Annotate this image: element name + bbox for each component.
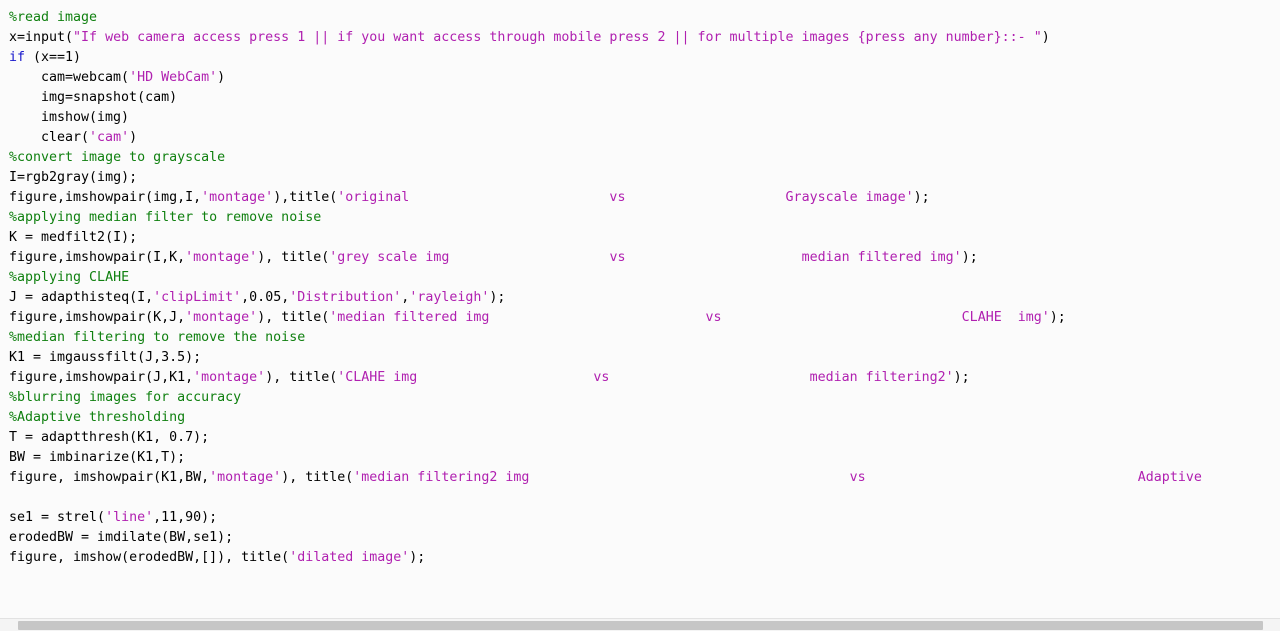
code-token-comment: %applying median filter to remove noise xyxy=(9,210,322,225)
code-line: BW = imbinarize(K1,T); xyxy=(0,448,1280,468)
code-token-plain: ); xyxy=(409,550,426,565)
code-line: se1 = strel('line',11,90); xyxy=(0,508,1280,528)
code-line-list: %read image x=input("If web camera access… xyxy=(0,8,1280,568)
code-line: K = medfilt2(I); xyxy=(0,228,1280,248)
code-line: clear('cam') xyxy=(0,128,1280,148)
code-token-string: 'montage' xyxy=(209,470,282,485)
code-token-plain: ), title( xyxy=(265,370,338,385)
code-token-plain: x=input( xyxy=(9,30,74,45)
code-token-string: 'montage' xyxy=(185,250,258,265)
code-line: %convert image to grayscale xyxy=(0,148,1280,168)
code-line: figure, imshowpair(K1,BW,'montage'), tit… xyxy=(0,468,1280,488)
code-token-string: 'HD WebCam' xyxy=(129,70,218,85)
code-token-string: 'rayleigh' xyxy=(409,290,490,305)
code-token-plain: BW = imbinarize(K1,T); xyxy=(9,450,186,465)
code-token-plain: ), title( xyxy=(281,470,354,485)
code-token-plain: ,0.05, xyxy=(241,290,290,305)
code-token-string: 'grey scale img vs median filtered img' xyxy=(329,250,962,265)
code-token-string: 'montage' xyxy=(201,190,274,205)
code-token-comment: %median filtering to remove the noise xyxy=(9,330,306,345)
code-line: %Adaptive thresholding xyxy=(0,408,1280,428)
code-line: img=snapshot(cam) xyxy=(0,88,1280,108)
code-token-plain: K = medfilt2(I); xyxy=(9,230,138,245)
code-token-string: 'clipLimit' xyxy=(153,290,242,305)
code-line: %blurring images for accuracy xyxy=(0,388,1280,408)
code-token-plain: J = adapthisteq(I, xyxy=(9,290,154,305)
code-token-plain: imshow(img) xyxy=(41,110,130,125)
code-token-plain: ) xyxy=(129,130,138,145)
code-token-plain: img=snapshot(cam) xyxy=(41,90,178,105)
code-token-plain: figure, imshow(erodedBW,[]), title( xyxy=(9,550,290,565)
code-token-string: 'original vs Grayscale image' xyxy=(337,190,914,205)
code-token-plain: figure,imshowpair(img,I, xyxy=(9,190,202,205)
code-token-plain: ); xyxy=(1049,310,1066,325)
code-token-plain: cam=webcam( xyxy=(41,70,130,85)
code-line: %read image xyxy=(0,8,1280,28)
code-token-string: 'montage' xyxy=(193,370,266,385)
code-token-string: 'Distribution' xyxy=(289,290,402,305)
code-token-plain: T = adaptthresh(K1, 0.7); xyxy=(9,430,210,445)
code-token-plain: ); xyxy=(953,370,970,385)
code-token-plain: se1 = strel( xyxy=(9,510,106,525)
code-line: figure,imshowpair(img,I,'montage'),title… xyxy=(0,188,1280,208)
code-token-plain: figure,imshowpair(J,K1, xyxy=(9,370,194,385)
code-token-plain: figure,imshowpair(I,K, xyxy=(9,250,186,265)
code-token-plain: erodedBW = imdilate(BW,se1); xyxy=(9,530,234,545)
code-token-plain: ); xyxy=(913,190,930,205)
code-line: figure,imshowpair(I,K,'montage'), title(… xyxy=(0,248,1280,268)
code-line: J = adapthisteq(I,'clipLimit',0.05,'Dist… xyxy=(0,288,1280,308)
code-token-plain: ); xyxy=(961,250,978,265)
code-line: figure, imshow(erodedBW,[]), title('dila… xyxy=(0,548,1280,568)
code-token-string: 'median filtered img vs CLAHE img' xyxy=(329,310,1050,325)
code-token-plain: clear( xyxy=(41,130,90,145)
code-line: %median filtering to remove the noise xyxy=(0,328,1280,348)
horizontal-scrollbar-thumb[interactable] xyxy=(18,621,1263,630)
code-line: erodedBW = imdilate(BW,se1); xyxy=(0,528,1280,548)
code-token-comment: %convert image to grayscale xyxy=(9,150,226,165)
horizontal-scrollbar[interactable] xyxy=(0,618,1280,631)
code-token-string: 'cam' xyxy=(89,130,130,145)
code-line: figure,imshowpair(J,K1,'montage'), title… xyxy=(0,368,1280,388)
code-editor-window: %read image x=input("If web camera access… xyxy=(0,0,1280,631)
code-line: if (x==1) xyxy=(0,48,1280,68)
code-token-string: 'median filtering2 img vs Adaptive xyxy=(353,470,1202,485)
code-token-comment: %Adaptive thresholding xyxy=(9,410,186,425)
code-token-plain: (x==1) xyxy=(25,50,82,65)
code-token-plain: ), title( xyxy=(257,310,330,325)
code-token-keyword: if xyxy=(9,50,26,65)
code-token-string: 'montage' xyxy=(185,310,258,325)
code-token-plain: ) xyxy=(1041,30,1050,45)
code-text-area[interactable]: %read image x=input("If web camera access… xyxy=(0,0,1280,618)
code-token-string: 'line' xyxy=(105,510,154,525)
code-line: K1 = imgaussfilt(J,3.5); xyxy=(0,348,1280,368)
code-token-plain: figure,imshowpair(K,J, xyxy=(9,310,186,325)
code-token-comment: %blurring images for accuracy xyxy=(9,390,242,405)
code-token-string: 'CLAHE img vs median filtering2' xyxy=(337,370,954,385)
code-token-comment: %read image xyxy=(9,10,98,25)
code-line: I=rgb2gray(img); xyxy=(0,168,1280,188)
code-token-plain: ,11,90); xyxy=(153,510,218,525)
code-token-plain: figure, imshowpair(K1,BW, xyxy=(9,470,210,485)
code-line: imshow(img) xyxy=(0,108,1280,128)
code-line: x=input("If web camera access press 1 ||… xyxy=(0,28,1280,48)
code-token-plain: I=rgb2gray(img); xyxy=(9,170,138,185)
code-token-plain: ); xyxy=(489,290,506,305)
code-line: %applying median filter to remove noise xyxy=(0,208,1280,228)
code-line: figure,imshowpair(K,J,'montage'), title(… xyxy=(0,308,1280,328)
code-line: T = adaptthresh(K1, 0.7); xyxy=(0,428,1280,448)
scrollbar-left-cap xyxy=(0,619,17,631)
code-token-plain: ), title( xyxy=(257,250,330,265)
code-token-plain: ),title( xyxy=(273,190,338,205)
code-token-comment: %applying CLAHE xyxy=(9,270,130,285)
code-token-plain: ) xyxy=(217,70,226,85)
code-token-plain: K1 = imgaussfilt(J,3.5); xyxy=(9,350,202,365)
code-token-string: "If web camera access press 1 || if you … xyxy=(73,30,1042,45)
code-line: cam=webcam('HD WebCam') xyxy=(0,68,1280,88)
code-line: %applying CLAHE xyxy=(0,268,1280,288)
code-token-string: 'dilated image' xyxy=(289,550,410,565)
